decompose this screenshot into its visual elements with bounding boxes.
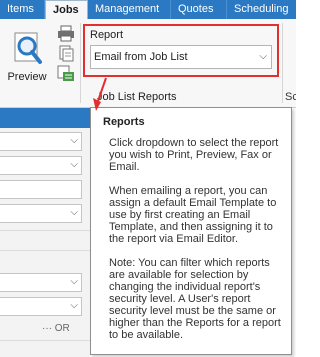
- app-window: Items Jobs Management Quotes Scheduling …: [0, 0, 296, 357]
- callout-arrow-icon: [93, 77, 107, 111]
